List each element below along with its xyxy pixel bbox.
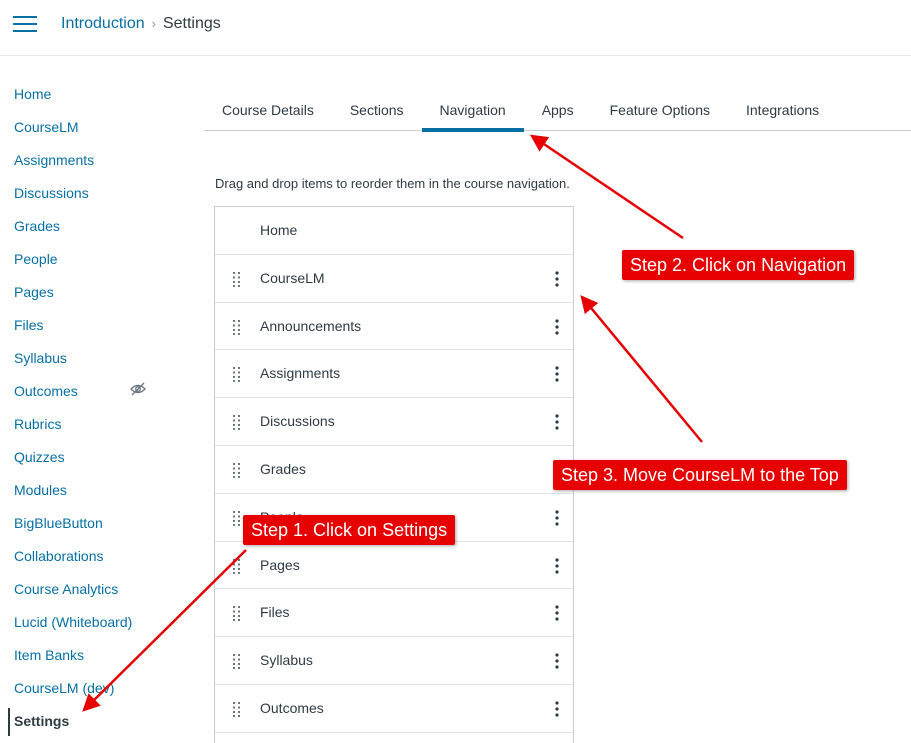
nav-item-files[interactable]: Files: [215, 589, 573, 638]
sidebar-item-home[interactable]: Home: [0, 78, 180, 111]
hamburger-icon[interactable]: [13, 14, 37, 34]
sidebar-item-syllabus[interactable]: Syllabus: [0, 342, 180, 375]
nav-item-discussions[interactable]: Discussions: [215, 398, 573, 446]
nav-item-syllabus[interactable]: Syllabus: [215, 637, 573, 685]
sidebar-item-settings[interactable]: Settings: [0, 705, 180, 738]
drag-handle-icon[interactable]: [232, 462, 242, 478]
drag-handle-icon[interactable]: [232, 605, 242, 622]
sidebar-item-collaborations[interactable]: Collaborations: [0, 540, 180, 573]
settings-tabs: Course Details Sections Navigation Apps …: [204, 91, 911, 132]
eye-slash-icon: [130, 375, 146, 408]
sidebar-item-grades[interactable]: Grades: [0, 210, 180, 243]
more-options-icon[interactable]: [548, 556, 566, 576]
sidebar-item-bigbluebutton[interactable]: BigBlueButton: [0, 507, 180, 540]
breadcrumb-course-link[interactable]: Introduction: [61, 14, 145, 34]
nav-item-label: Home: [260, 222, 298, 238]
more-options-icon[interactable]: [548, 651, 566, 671]
nav-item-home: Home: [215, 207, 573, 255]
sidebar-item-label: Outcomes: [14, 383, 78, 399]
sidebar-item-item-banks[interactable]: Item Banks: [0, 639, 180, 672]
top-bar: Introduction › Settings: [0, 0, 911, 56]
sidebar-item-modules[interactable]: Modules: [0, 474, 180, 507]
nav-item-label: Outcomes: [260, 699, 324, 716]
nav-item-outcomes[interactable]: Outcomes: [215, 685, 573, 733]
sidebar-item-files[interactable]: Files: [0, 309, 180, 342]
nav-item-label: Syllabus: [260, 652, 313, 669]
sidebar-item-people[interactable]: People: [0, 243, 180, 276]
nav-item-label: Announcements: [260, 317, 362, 334]
nav-item-grades[interactable]: Grades: [215, 446, 573, 494]
drag-handle-icon[interactable]: [232, 653, 242, 670]
nav-item-assignments[interactable]: Assignments: [215, 350, 573, 399]
nav-item-label: Grades: [260, 460, 306, 477]
tab-feature-options[interactable]: Feature Options: [592, 91, 728, 131]
tab-course-details[interactable]: Course Details: [204, 91, 332, 131]
nav-item-label: Files: [260, 604, 290, 621]
step2-callout: Step 2. Click on Navigation: [622, 250, 855, 280]
nav-item-label: Discussions: [260, 413, 335, 430]
drag-handle-icon[interactable]: [232, 558, 242, 574]
sidebar-item-outcomes[interactable]: Outcomes: [0, 375, 180, 408]
drag-handle-icon[interactable]: [232, 366, 242, 383]
navigation-instructions: Drag and drop items to reorder them in t…: [215, 176, 570, 191]
navigation-list: Home CourseLM Announcements Assignments …: [214, 206, 574, 743]
step1-callout: Step 1. Click on Settings: [243, 515, 456, 545]
sidebar-item-rubrics[interactable]: Rubrics: [0, 408, 180, 441]
nav-item-pages[interactable]: Pages: [215, 542, 573, 590]
more-options-icon[interactable]: [548, 412, 566, 432]
sidebar-item-course-analytics[interactable]: Course Analytics: [0, 573, 180, 606]
sidebar-item-quizzes[interactable]: Quizzes: [0, 441, 180, 474]
more-options-icon[interactable]: [548, 508, 566, 528]
more-options-icon[interactable]: [548, 364, 566, 384]
sidebar-item-pages[interactable]: Pages: [0, 276, 180, 309]
sidebar-item-lucid-whiteboard[interactable]: Lucid (Whiteboard): [0, 606, 180, 639]
drag-handle-icon[interactable]: [232, 414, 242, 431]
drag-handle-icon[interactable]: [232, 510, 242, 526]
drag-handle-icon[interactable]: [232, 319, 242, 335]
more-options-icon[interactable]: [548, 603, 566, 623]
breadcrumb-current: Settings: [162, 15, 221, 32]
step3-arrow: [580, 295, 703, 443]
nav-item-label: Pages: [260, 556, 300, 573]
sidebar-item-discussions[interactable]: Discussions: [0, 177, 180, 210]
tab-sections[interactable]: Sections: [332, 91, 422, 131]
more-options-icon[interactable]: [548, 699, 566, 719]
nav-item-courselm[interactable]: CourseLM: [215, 255, 573, 303]
drag-handle-icon[interactable]: [232, 701, 242, 717]
breadcrumb-separator: ›: [151, 16, 156, 31]
breadcrumb: Introduction › Settings: [61, 14, 221, 34]
tab-apps[interactable]: Apps: [524, 91, 592, 131]
step3-callout: Step 3. Move CourseLM to the Top: [553, 460, 847, 490]
sidebar-item-courselm-dev[interactable]: CourseLM (dev): [0, 672, 180, 705]
more-options-icon[interactable]: [548, 317, 566, 337]
nav-item-label: Assignments: [260, 365, 341, 382]
drag-handle-icon[interactable]: [232, 271, 242, 287]
course-sidebar: Home CourseLM Assignments Discussions Gr…: [0, 78, 180, 738]
sidebar-item-courselm[interactable]: CourseLM: [0, 111, 180, 144]
tab-integrations[interactable]: Integrations: [728, 91, 837, 131]
nav-item-announcements[interactable]: Announcements: [215, 303, 573, 351]
more-options-icon[interactable]: [548, 269, 566, 289]
tab-navigation[interactable]: Navigation: [421, 91, 524, 132]
nav-item-label: CourseLM: [260, 269, 325, 286]
sidebar-item-assignments[interactable]: Assignments: [0, 144, 180, 177]
